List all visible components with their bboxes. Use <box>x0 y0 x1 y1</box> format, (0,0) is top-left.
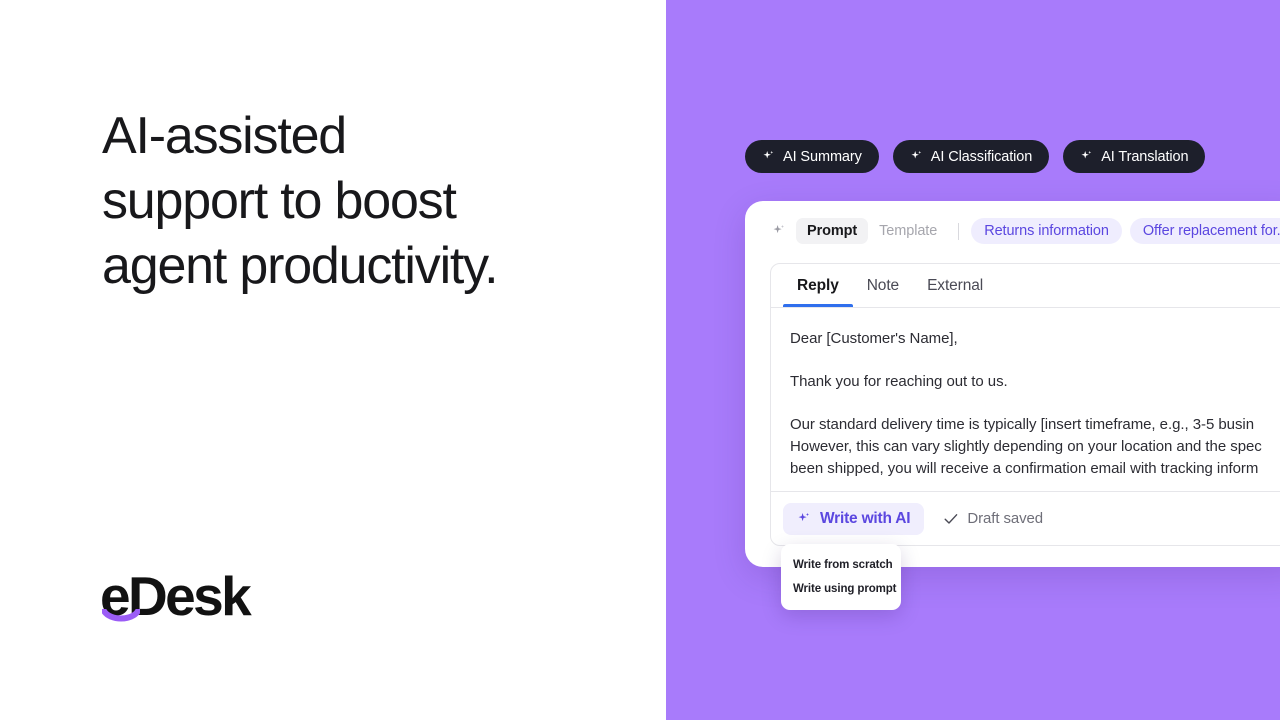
draft-status-label: Draft saved <box>967 510 1044 527</box>
page-title: AI-assisted support to boost agent produ… <box>102 104 622 299</box>
ai-summary-pill[interactable]: AI Summary <box>745 140 879 173</box>
ai-translation-pill-label: AI Translation <box>1101 148 1189 165</box>
sparkle-icon <box>773 224 785 234</box>
segment-prompt[interactable]: Prompt <box>796 218 869 244</box>
ai-classification-pill-label: AI Classification <box>930 148 1033 165</box>
composer-card: Prompt Template Returns information Offe… <box>745 201 1280 610</box>
message-paragraph: Our standard delivery time is typically … <box>790 414 1280 480</box>
message-paragraph-line-1: Our standard delivery time is typically … <box>790 416 1254 433</box>
message-paragraph-line-2: However, this can vary slightly dependin… <box>790 438 1262 455</box>
editor-footer: Write with AI Draft saved <box>771 491 1280 545</box>
headline-line-2: support to boost <box>102 172 457 230</box>
sparkle-icon <box>798 512 810 521</box>
ai-classification-pill[interactable]: AI Classification <box>892 140 1050 173</box>
prompt-chip-offer-replacement[interactable]: Offer replacement for... <box>1129 218 1280 244</box>
sparkle-icon <box>763 150 774 159</box>
ai-translation-pill[interactable]: AI Translation <box>1063 140 1206 173</box>
dropdown-item-write-using-prompt[interactable]: Write using prompt <box>781 577 901 601</box>
tab-reply[interactable]: Reply <box>783 264 853 307</box>
message-paragraph-line-3: been shipped, you will receive a confirm… <box>790 460 1259 477</box>
message-body[interactable]: Dear [Customer's Name], Thank you for re… <box>771 308 1280 480</box>
check-icon <box>944 513 958 524</box>
edesk-logo: eDesk <box>100 568 252 624</box>
dropdown-item-write-from-scratch[interactable]: Write from scratch <box>781 553 901 577</box>
tab-note[interactable]: Note <box>853 264 913 307</box>
draft-status: Draft saved <box>944 510 1043 527</box>
editor-tabs: Reply Note External <box>771 264 1280 308</box>
ai-feature-pill-row: AI Summary AI Classification AI Translat… <box>745 140 1206 173</box>
write-with-ai-dropdown: Write from scratch Write using prompt <box>781 544 901 610</box>
message-editor: Reply Note External Dear [Customer's Nam… <box>770 263 1280 546</box>
logo-swoosh-icon <box>102 609 140 622</box>
ai-summary-pill-label: AI Summary <box>783 148 862 165</box>
toolbar-divider <box>958 222 960 240</box>
write-with-ai-button[interactable]: Write with AI <box>783 502 925 535</box>
message-greeting: Dear [Customer's Name], <box>790 330 958 347</box>
sparkle-icon <box>911 150 922 159</box>
prompt-chip-returns-information[interactable]: Returns information <box>971 218 1122 244</box>
sparkle-icon <box>1081 150 1092 159</box>
tab-external[interactable]: External <box>913 264 997 307</box>
write-with-ai-label: Write with AI <box>820 509 911 527</box>
marketing-panel: AI-assisted support to boost agent produ… <box>0 0 666 720</box>
headline-line-3: agent productivity. <box>102 237 499 295</box>
screenshot-root: AI-assisted support to boost agent produ… <box>0 0 1280 720</box>
product-showcase-panel: AI Summary AI Classification AI Translat… <box>666 0 1280 720</box>
message-thanks: Thank you for reaching out to us. <box>790 373 1008 390</box>
segment-template[interactable]: Template <box>868 218 948 244</box>
headline-line-1: AI-assisted <box>102 107 347 165</box>
prompt-template-toolbar: Prompt Template Returns information Offe… <box>770 217 1280 245</box>
